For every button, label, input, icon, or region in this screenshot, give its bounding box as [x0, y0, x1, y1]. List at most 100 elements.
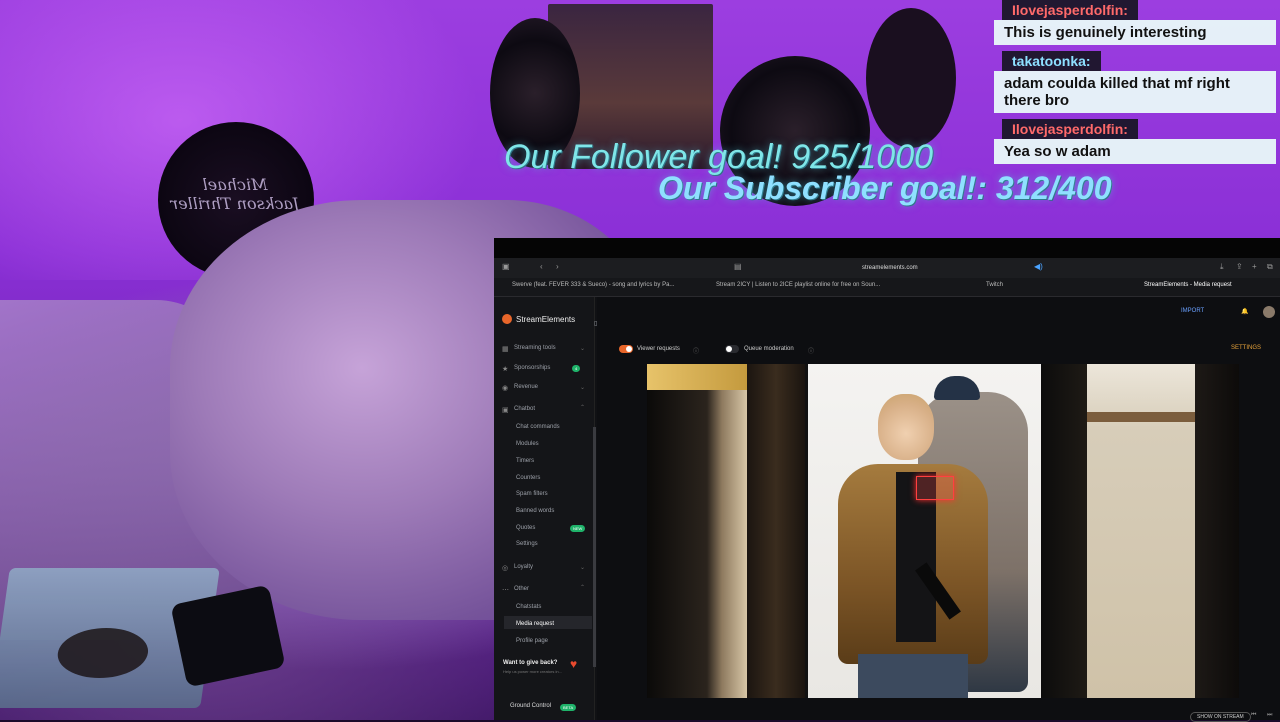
tools-icon: ▦	[502, 346, 509, 353]
video-right-edge	[1195, 364, 1239, 698]
new-badge: NEW	[570, 525, 586, 532]
video-wall	[1087, 364, 1195, 698]
video-red-box	[916, 476, 954, 500]
beta-badge: BETA	[560, 704, 577, 711]
sidebar-toggle-icon[interactable]: ▣	[502, 262, 510, 271]
chat-message: Ilovejasperdolfin: Yea so w adam	[992, 119, 1280, 164]
sidebar-item-chat-commands[interactable]: Chat commands	[516, 424, 560, 430]
video-jeans	[858, 654, 968, 698]
sidebar-item-modules[interactable]: Modules	[516, 441, 539, 447]
sponsorships-badge: 4	[572, 365, 581, 372]
give-back-subtitle: Help us power more creators in...	[503, 669, 562, 674]
sidebar-item-sponsorships[interactable]: Sponsorships	[514, 365, 550, 371]
video-left-frame	[647, 364, 747, 698]
sidebar-item-media-request[interactable]: Media request	[516, 621, 554, 627]
chevron-down-icon[interactable]: ⌄	[580, 564, 585, 571]
download-icon[interactable]: ⤓	[1220, 262, 1224, 272]
sidebar-scrollbar[interactable]	[593, 427, 596, 667]
back-icon[interactable]: ‹	[540, 262, 543, 271]
chat-username: takatoonka:	[1002, 51, 1101, 71]
viewer-requests-toggle[interactable]	[619, 345, 633, 353]
import-button[interactable]: IMPORT	[1181, 308, 1204, 314]
new-tab-icon[interactable]: +	[1252, 262, 1257, 271]
chevron-down-icon[interactable]: ⌄	[580, 384, 585, 391]
media-request-panel: IMPORT 🔔 Viewer requests ⓘ Queue moderat…	[597, 297, 1280, 720]
chat-text: adam coulda killed that mf right there b…	[994, 71, 1276, 113]
window-titlebar	[494, 238, 1280, 258]
video-person-front	[838, 384, 988, 698]
give-back-title: Want to give back?	[503, 660, 558, 666]
toggle-knob	[626, 346, 632, 352]
sidebar-item-counters[interactable]: Counters	[516, 475, 540, 481]
chat-overlay: Ilovejasperdolfin: This is genuinely int…	[992, 0, 1280, 175]
chevron-up-icon[interactable]: ⌃	[580, 584, 585, 591]
audio-icon[interactable]: ◀)	[1034, 262, 1043, 271]
info-icon[interactable]: ⓘ	[808, 346, 814, 355]
viewer-requests-label: Viewer requests	[637, 346, 680, 352]
brand-name[interactable]: StreamElements	[516, 315, 575, 324]
info-icon[interactable]: ⓘ	[693, 346, 699, 355]
star-icon: ★	[502, 366, 509, 373]
sidebar-item-loyalty[interactable]: Loyalty	[514, 564, 533, 570]
sidebar-item-revenue[interactable]: Revenue	[514, 384, 538, 390]
video-doorframe	[747, 364, 805, 698]
sidebar-item-quotes[interactable]: Quotes	[516, 525, 535, 531]
video-doorway	[805, 364, 1047, 698]
other-icon: ⋯	[502, 587, 509, 594]
browser-window: ▣ ‹ › ▤ streamelements.com ◀) ⤓ ⇪ + ⧉ Sw…	[494, 238, 1280, 722]
tab-soundcloud[interactable]: Stream 2ICY | Listen to 2ICE playlist on…	[716, 282, 880, 288]
chat-text: This is genuinely interesting	[994, 20, 1276, 45]
forward-icon[interactable]: ›	[556, 262, 559, 271]
sidebar-item-chatbot[interactable]: Chatbot	[514, 406, 535, 412]
queue-moderation-toggle[interactable]	[725, 345, 739, 353]
sidebar-item-timers[interactable]: Timers	[516, 458, 534, 464]
skip-forward-icon[interactable]: ⏭	[1267, 712, 1272, 719]
tab-twitch[interactable]: Twitch	[986, 282, 1003, 288]
revenue-icon: ◉	[502, 385, 509, 392]
tabs-icon[interactable]: ⧉	[1267, 262, 1273, 272]
chevron-up-icon[interactable]: ⌃	[580, 404, 585, 411]
tab-spotify[interactable]: Swerve (feat. FEVER 333 & Sueco) - song …	[512, 282, 674, 288]
chat-message: takatoonka: adam coulda killed that mf r…	[992, 51, 1280, 113]
queue-moderation-label: Queue moderation	[744, 346, 794, 352]
show-on-stream-button[interactable]: SHOW ON STREAM	[1190, 712, 1251, 722]
chat-username: Ilovejasperdolfin:	[1002, 119, 1138, 139]
address-bar[interactable]: streamelements.com	[862, 265, 918, 271]
chat-text: Yea so w adam	[994, 139, 1276, 164]
settings-link[interactable]: SETTINGS	[1231, 345, 1261, 351]
sidebar-item-other[interactable]: Other	[514, 586, 529, 592]
sidebar-item-settings[interactable]: Settings	[516, 541, 538, 547]
vinyl-record-right	[866, 8, 956, 148]
streamelements-logo-icon	[502, 314, 512, 324]
tab-streamelements[interactable]: StreamElements - Media request	[1144, 282, 1232, 288]
sidebar-item-spam-filters[interactable]: Spam filters	[516, 491, 548, 497]
media-video-player[interactable]	[647, 364, 1239, 698]
sidebar-item-banned-words[interactable]: Banned words	[516, 508, 554, 514]
disc-text: Michael Jackson Thriller	[170, 175, 300, 213]
tab-overview-icon[interactable]: ▤	[734, 262, 742, 271]
video-wall-trim	[1087, 412, 1195, 422]
subscriber-goal-text: Our Subscriber goal!: 312/400	[658, 170, 1112, 206]
notification-icon[interactable]: 🔔	[1241, 308, 1248, 315]
heart-icon[interactable]: ♥	[570, 657, 577, 671]
chat-message: Ilovejasperdolfin: This is genuinely int…	[992, 0, 1280, 45]
tab-bar: Swerve (feat. FEVER 333 & Sueco) - song …	[494, 278, 1280, 297]
ground-control-link[interactable]: Ground Control	[510, 703, 551, 709]
sidebar-item-profile-page[interactable]: Profile page	[516, 638, 548, 644]
sidebar-item-streaming-tools[interactable]: Streaming tools	[514, 345, 556, 351]
sidebar-item-chatstats[interactable]: Chatstats	[516, 604, 541, 610]
chat-username: Ilovejasperdolfin:	[1002, 0, 1138, 20]
share-icon[interactable]: ⇪	[1236, 262, 1243, 271]
streamelements-sidebar: StreamElements ▯ ▦ Streaming tools ⌄ ★ S…	[494, 297, 597, 720]
video-yellow-light	[647, 364, 747, 390]
chatbot-icon: ▣	[502, 407, 509, 414]
browser-toolbar: ▣ ‹ › ▤ streamelements.com ◀) ⤓ ⇪ + ⧉	[494, 258, 1280, 278]
video-dark-gap	[1041, 364, 1087, 698]
toggle-knob	[726, 346, 732, 352]
loyalty-icon: ◎	[502, 565, 509, 572]
turntable-platter	[54, 628, 152, 678]
chevron-down-icon[interactable]: ⌄	[580, 345, 585, 352]
video-head	[878, 394, 934, 460]
avatar[interactable]	[1263, 306, 1275, 318]
skip-back-icon[interactable]: ⏮	[1251, 712, 1256, 719]
